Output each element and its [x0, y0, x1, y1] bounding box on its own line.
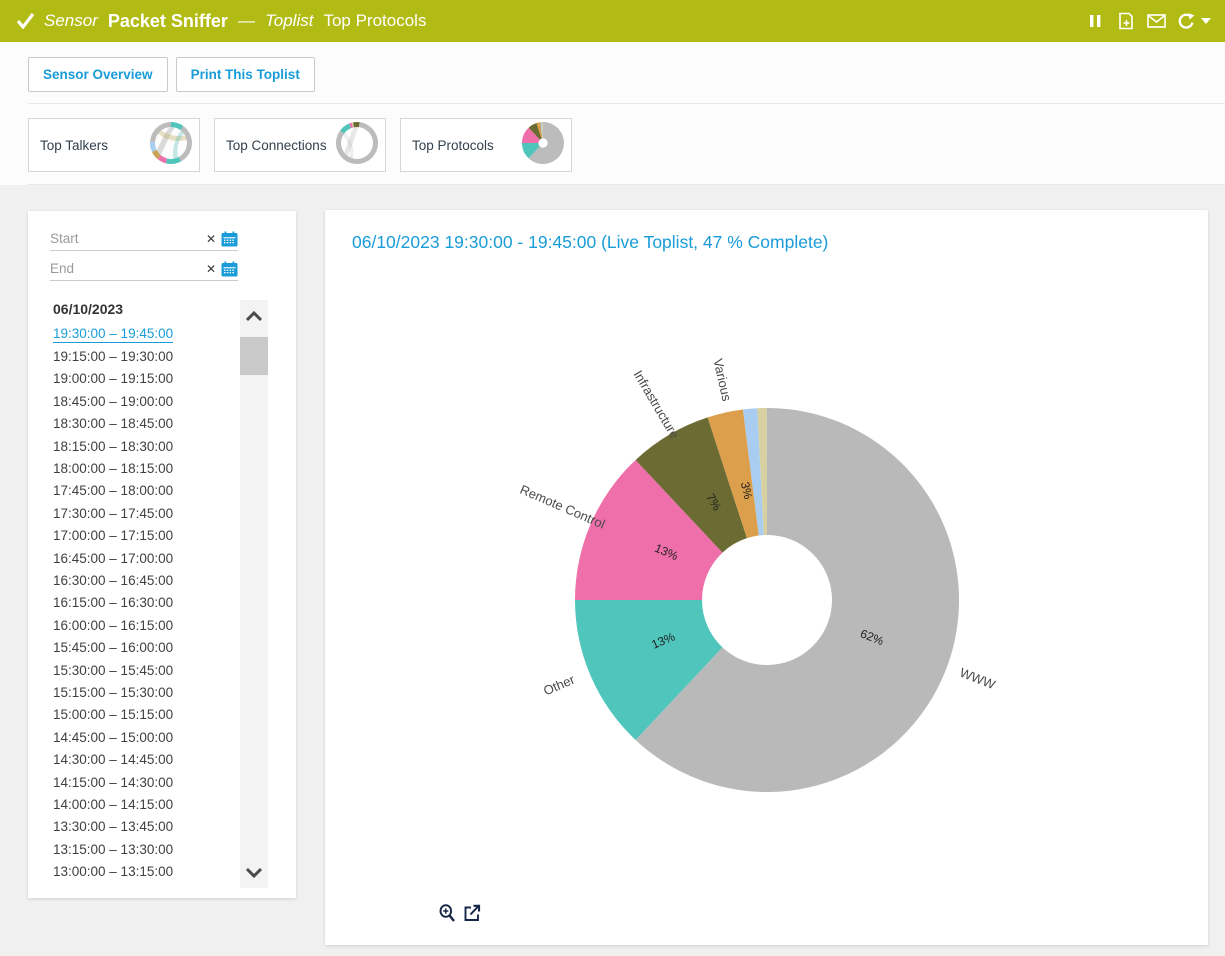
scrollbar-thumb[interactable]	[240, 337, 268, 375]
action-buttons: Sensor Overview Print This Toplist	[28, 57, 315, 92]
pie-label: Remote Control	[518, 482, 608, 532]
open-in-new-window-icon[interactable]	[463, 904, 481, 922]
clear-start-icon[interactable]: ✕	[206, 233, 216, 245]
window-titlebar: Sensor Packet Sniffer — Toplist Top Prot…	[0, 0, 1225, 42]
tab-top-connections[interactable]: Top Connections	[214, 118, 386, 172]
sensor-overview-button[interactable]: Sensor Overview	[28, 57, 168, 92]
time-interval-item[interactable]: 18:30:00 – 18:45:00	[53, 413, 238, 435]
list-scrollbar	[240, 300, 268, 888]
time-interval-item[interactable]: 16:45:00 – 17:00:00	[53, 547, 238, 569]
chord-diagram-icon	[149, 121, 193, 170]
main-content: ✕ ✕	[0, 185, 1225, 956]
tab-label: Top Talkers	[40, 138, 108, 153]
start-date-field-row: ✕	[50, 227, 238, 251]
time-interval-item[interactable]: 14:15:00 – 14:30:00	[53, 771, 238, 793]
tab-top-protocols[interactable]: Top Protocols	[400, 118, 572, 172]
divider-line	[28, 103, 1225, 104]
caret-down-icon[interactable]	[1201, 18, 1211, 24]
pie-label: Various	[710, 357, 734, 403]
refresh-icon[interactable]	[1175, 10, 1197, 32]
time-interval-item[interactable]: 16:15:00 – 16:30:00	[53, 592, 238, 614]
sub-header: Sensor Overview Print This Toplist Top T…	[0, 42, 1225, 185]
end-date-field-row: ✕	[50, 257, 238, 281]
top-protocols-donut-chart: WWW62%Other13%Remote Control13%Infrastru…	[325, 210, 1208, 945]
pie-label: Other	[541, 671, 577, 698]
time-interval-item[interactable]: 18:15:00 – 18:30:00	[53, 435, 238, 457]
interval-sidebar: ✕ ✕	[28, 211, 296, 898]
pie-label: Infrastructure	[631, 368, 683, 442]
time-interval-item[interactable]: 16:30:00 – 16:45:00	[53, 569, 238, 591]
clear-end-icon[interactable]: ✕	[206, 263, 216, 275]
calendar-icon[interactable]	[221, 261, 238, 277]
time-interval-item[interactable]: 17:45:00 – 18:00:00	[53, 480, 238, 502]
tab-label: Top Protocols	[412, 138, 494, 153]
interval-list: 19:30:00 – 19:45:0019:15:00 – 19:30:0019…	[53, 323, 238, 883]
time-interval-item[interactable]: 18:00:00 – 18:15:00	[53, 457, 238, 479]
end-date-input[interactable]	[50, 261, 204, 276]
donut-chart-icon	[521, 121, 565, 170]
time-interval-item[interactable]: 19:30:00 – 19:45:00	[53, 323, 238, 345]
time-interval-item[interactable]: 15:15:00 – 15:30:00	[53, 681, 238, 703]
print-toplist-button[interactable]: Print This Toplist	[176, 57, 315, 92]
zoom-in-icon[interactable]	[439, 904, 456, 922]
time-interval-item[interactable]: 13:00:00 – 13:15:00	[53, 860, 238, 882]
add-report-icon[interactable]	[1115, 10, 1137, 32]
breadcrumb-sensor-label: Sensor	[44, 11, 98, 31]
time-interval-item[interactable]: 18:45:00 – 19:00:00	[53, 390, 238, 412]
pie-label: WWW	[958, 665, 998, 693]
status-check-icon	[14, 10, 36, 32]
time-interval-item[interactable]: 14:45:00 – 15:00:00	[53, 726, 238, 748]
date-header: 06/10/2023	[53, 301, 123, 317]
time-interval-item[interactable]: 15:30:00 – 15:45:00	[53, 659, 238, 681]
breadcrumb-toplist-name: Top Protocols	[323, 11, 426, 31]
connection-arcs-icon	[335, 121, 379, 170]
time-interval-item[interactable]: 15:45:00 – 16:00:00	[53, 636, 238, 658]
chart-footer-toolbar	[439, 904, 481, 922]
pause-icon[interactable]	[1085, 10, 1107, 32]
breadcrumb-sensor-name: Packet Sniffer	[108, 11, 228, 32]
start-date-input[interactable]	[50, 231, 204, 246]
time-interval-item[interactable]: 16:00:00 – 16:15:00	[53, 614, 238, 636]
time-interval-item[interactable]: 17:30:00 – 17:45:00	[53, 502, 238, 524]
calendar-icon[interactable]	[221, 231, 238, 247]
breadcrumb-toplist-label: Toplist	[265, 11, 314, 31]
time-interval-item[interactable]: 14:00:00 – 14:15:00	[53, 793, 238, 815]
time-interval-item[interactable]: 17:00:00 – 17:15:00	[53, 525, 238, 547]
time-interval-item[interactable]: 13:30:00 – 13:45:00	[53, 816, 238, 838]
tab-top-talkers[interactable]: Top Talkers	[28, 118, 200, 172]
time-interval-item[interactable]: 19:00:00 – 19:15:00	[53, 368, 238, 390]
time-interval-item[interactable]: 15:00:00 – 15:15:00	[53, 704, 238, 726]
time-interval-item[interactable]: 14:30:00 – 14:45:00	[53, 748, 238, 770]
email-icon[interactable]	[1145, 10, 1167, 32]
toplist-chart-panel: 06/10/2023 19:30:00 - 19:45:00 (Live Top…	[325, 210, 1208, 945]
breadcrumb-separator: —	[238, 11, 255, 31]
scroll-up-button[interactable]	[240, 300, 268, 332]
time-interval-item[interactable]: 13:15:00 – 13:30:00	[53, 838, 238, 860]
time-interval-item[interactable]: 19:15:00 – 19:30:00	[53, 345, 238, 367]
scroll-down-button[interactable]	[240, 856, 268, 888]
tab-label: Top Connections	[226, 138, 327, 153]
toplist-tabs: Top Talkers Top Connections	[28, 118, 572, 172]
